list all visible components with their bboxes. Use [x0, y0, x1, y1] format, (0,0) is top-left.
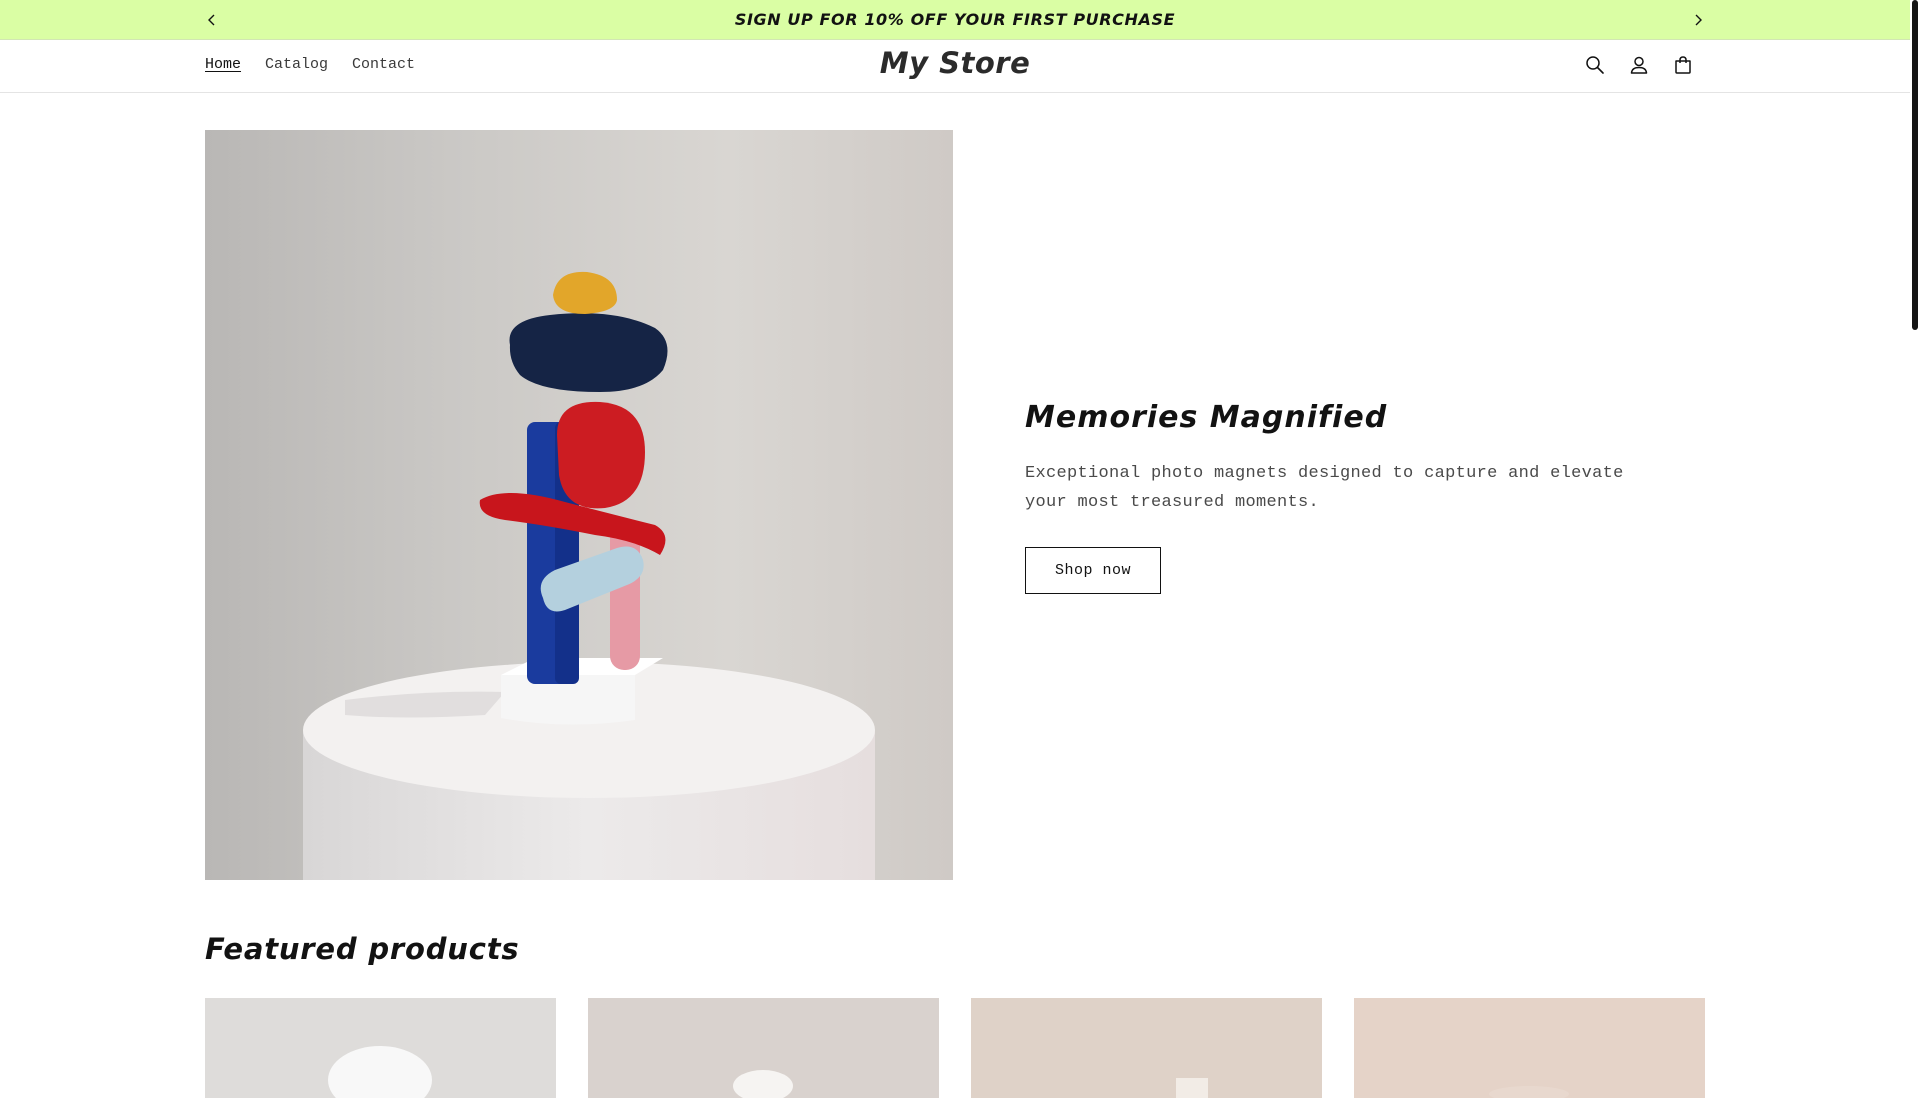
chevron-right-icon	[1695, 14, 1702, 26]
product-image	[328, 1046, 432, 1098]
header-icons	[1583, 53, 1695, 77]
announcement-next-button[interactable]	[1688, 10, 1708, 30]
featured-products-grid	[205, 998, 1705, 1098]
product-image	[1489, 1086, 1569, 1098]
cart-icon	[1675, 56, 1691, 74]
hero-title: Memories Magnified	[1025, 400, 1388, 435]
product-card[interactable]	[971, 998, 1322, 1098]
announcement-bar: SIGN UP FOR 10% OFF YOUR FIRST PURCHASE	[0, 0, 1910, 40]
sculpture-illustration	[303, 271, 875, 880]
announcement-text: SIGN UP FOR 10% OFF YOUR FIRST PURCHASE	[734, 10, 1176, 29]
product-image	[733, 1070, 793, 1098]
product-image	[1176, 1078, 1208, 1098]
hero-image	[205, 130, 953, 880]
product-card[interactable]	[205, 998, 556, 1098]
hero-content: Memories Magnified Exceptional photo mag…	[1025, 400, 1665, 594]
site-header: Home Catalog Contact My Store	[0, 40, 1910, 93]
cart-button[interactable]	[1671, 53, 1695, 77]
shop-now-button[interactable]: Shop now	[1025, 547, 1162, 594]
hero-subtitle: Exceptional photo magnets designed to ca…	[1025, 464, 1624, 512]
featured-products-heading: Featured products	[205, 932, 520, 966]
account-icon	[1630, 56, 1648, 74]
search-icon	[1586, 56, 1604, 74]
account-button[interactable]	[1627, 53, 1651, 77]
product-card[interactable]	[588, 998, 939, 1098]
search-button[interactable]	[1583, 53, 1607, 77]
product-card[interactable]	[1354, 998, 1705, 1098]
scrollbar-thumb[interactable]	[1912, 0, 1918, 330]
